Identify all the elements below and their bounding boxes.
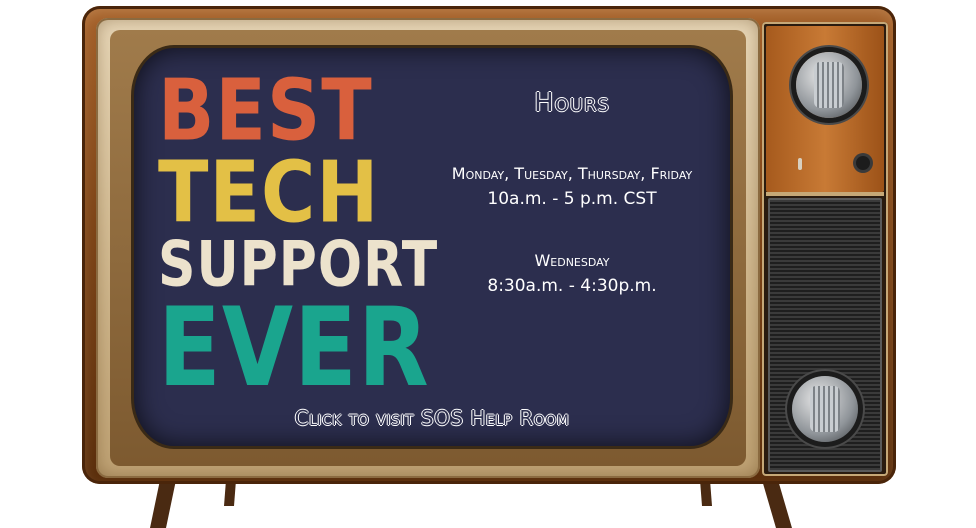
slogan-best: BEST <box>158 61 373 160</box>
hours-title: Hours <box>534 88 610 118</box>
slogan-ever: EVER <box>158 284 430 411</box>
tv-leg-right <box>762 480 792 528</box>
hours-wednesday: Wednesday <box>534 251 610 270</box>
slogan: BEST TECH SUPPORT EVER <box>158 61 437 402</box>
slogan-tech: TECH <box>158 143 380 242</box>
control-panel-top <box>766 26 884 192</box>
panel-divider <box>766 192 884 196</box>
hours-wednesday-time: 8:30a.m. - 4:30p.m. <box>487 276 657 296</box>
small-switch-icon[interactable] <box>798 158 802 170</box>
tuner-knob-icon[interactable] <box>796 52 862 118</box>
control-panel <box>762 22 888 476</box>
volume-knob-icon[interactable] <box>792 376 858 442</box>
small-dial-icon[interactable] <box>856 156 870 170</box>
hours-weekdays-time: 10a.m. - 5 p.m. CST <box>487 189 657 209</box>
hours-weekdays: Monday, Tuesday, Thursday, Friday <box>451 164 693 183</box>
sos-help-room-link[interactable]: Click to visit SOS Help Room <box>134 406 730 430</box>
hours-block: Hours Monday, Tuesday, Thursday, Friday … <box>414 88 730 296</box>
tv-screen: BEST TECH SUPPORT EVER Hours Monday, Tue… <box>134 48 730 446</box>
tv-leg-left <box>150 480 176 528</box>
knob-grip <box>814 62 844 108</box>
knob-grip <box>810 386 840 432</box>
